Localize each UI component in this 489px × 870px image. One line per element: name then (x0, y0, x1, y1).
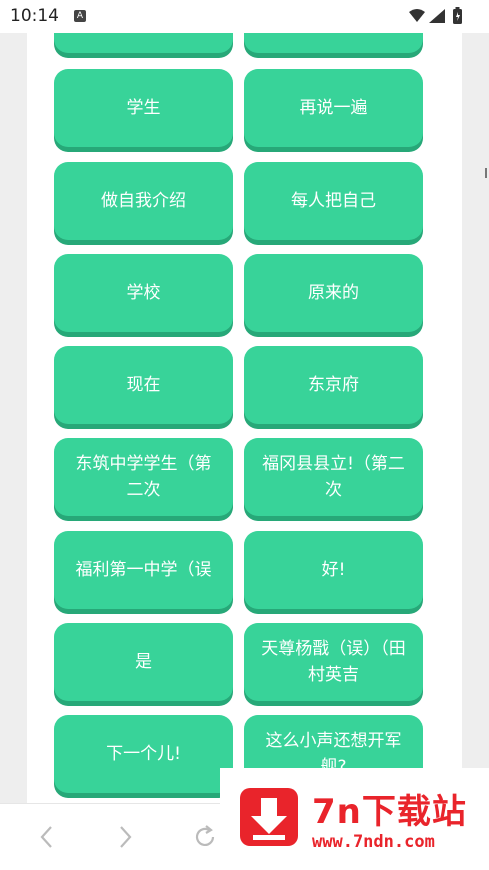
phrase-button[interactable]: 现在 (54, 346, 233, 424)
phrase-button[interactable]: 东京府 (244, 346, 423, 424)
watermark-url: www.7ndn.com (312, 832, 435, 852)
status-time: 10:14 (10, 6, 59, 26)
forward-icon[interactable] (110, 822, 140, 852)
watermark-title: 7n下载站 (312, 792, 467, 832)
watermark: 7n下载站 www.7ndn.com (220, 768, 489, 869)
status-bar: 10:14 A (0, 0, 489, 33)
phrase-button[interactable]: 天尊杨戬（误）（田村英吉 (244, 623, 423, 701)
phrase-button[interactable] (244, 33, 423, 53)
phrase-button[interactable]: 下一个儿! (54, 715, 233, 793)
signal-icon (429, 9, 445, 23)
wifi-icon (409, 9, 425, 22)
phrase-button[interactable]: 福冈县县立!（第二次 (244, 438, 423, 516)
notification-a-icon: A (74, 10, 86, 22)
phrase-button[interactable]: 福利第一中学（误 (54, 531, 233, 609)
download-logo-icon (240, 788, 298, 846)
phrase-button[interactable]: 学校 (54, 254, 233, 332)
phrase-button[interactable]: 原来的 (244, 254, 423, 332)
phrase-button[interactable]: 好! (244, 531, 423, 609)
status-icons (407, 7, 467, 25)
scrollbar[interactable] (485, 168, 487, 178)
back-icon[interactable] (32, 822, 62, 852)
battery-icon (453, 7, 462, 24)
phrase-button[interactable]: 每人把自己 (244, 162, 423, 240)
reload-icon[interactable] (190, 822, 220, 852)
phrase-button[interactable]: 是 (54, 623, 233, 701)
content-card[interactable]: 学生 再说一遍 做自我介绍 每人把自己 学校 原来的 现在 东京府 东筑中学学生… (27, 33, 462, 803)
phrase-button[interactable]: 东筑中学学生（第二次 (54, 438, 233, 516)
phrase-button[interactable]: 学生 (54, 69, 233, 147)
phrase-button[interactable] (54, 33, 233, 53)
phrase-button[interactable]: 做自我介绍 (54, 162, 233, 240)
phrase-button[interactable]: 再说一遍 (244, 69, 423, 147)
